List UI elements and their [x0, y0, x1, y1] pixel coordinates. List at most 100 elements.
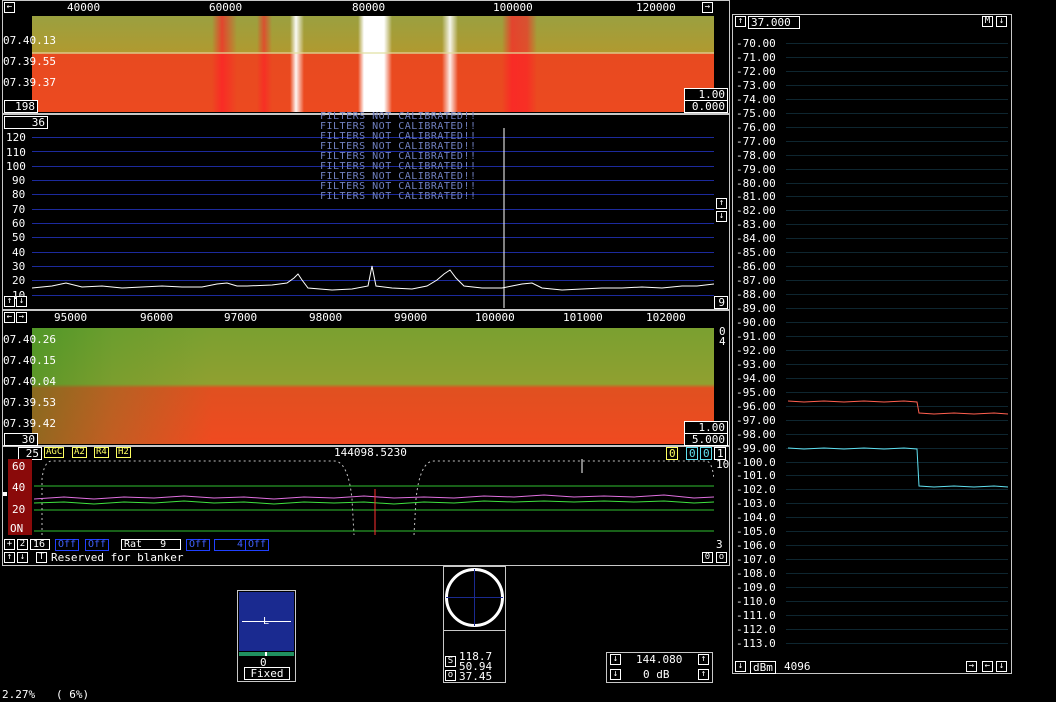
polar-divider [444, 630, 505, 631]
tune-up-button[interactable]: ↑ [698, 654, 709, 665]
r4-flag[interactable]: R4 [94, 447, 109, 458]
spectrum-down-button[interactable]: ↓ [16, 296, 27, 307]
control-button[interactable]: 2 [17, 539, 28, 550]
polar-value: 37.45 [459, 670, 493, 683]
cpu-load-avg: ( 6%) [56, 688, 90, 701]
zoom-scroll-right-button[interactable]: → [16, 312, 27, 323]
freq-tick: 98000 [309, 311, 343, 324]
time-label: 07.40.13 [3, 34, 56, 47]
zoom-scroll-left-button[interactable]: ← [4, 312, 15, 323]
freq-tick: 99000 [394, 311, 428, 324]
attenuation[interactable]: 0 dB [643, 669, 670, 680]
control-button[interactable]: + [4, 539, 15, 550]
cpu-load: 2.27% [2, 688, 36, 701]
hires-graph [34, 459, 714, 535]
level-m-button[interactable]: M [982, 16, 993, 27]
off-toggle[interactable]: Off [85, 539, 110, 551]
baseband-frequency: 144098.5230 [334, 446, 407, 459]
zoom-waterfall-time-axis: 07.40.26 07.40.15 07.40.04 07.39.53 07.3… [3, 330, 56, 430]
time-label: 07.39.37 [3, 76, 56, 89]
s-meter-mode-button[interactable]: Fixed [244, 667, 290, 680]
wide-waterfall-offset[interactable]: 0.000 [684, 100, 728, 113]
zoom-freq-axis: 95000 96000 97000 98000 99000 100000 101… [32, 312, 714, 323]
level-plot[interactable]: -70.00 -71.00 -72.00 -73.00 -74.00 -75.00 -76.… [734, 30, 1010, 660]
atten-down-button[interactable]: ↓ [610, 669, 621, 680]
time-label: 07.40.15 [3, 354, 56, 367]
hires-plot[interactable] [34, 459, 714, 535]
off-toggle[interactable]: Off [245, 539, 270, 551]
zoom-right-value: 4 [719, 335, 726, 348]
polar-display [445, 568, 504, 627]
s-meter-display: L [239, 592, 294, 651]
spectrum-trace [32, 128, 714, 308]
time-label: 07.39.53 [3, 396, 56, 409]
freq-tick: 100000 [475, 311, 515, 324]
level-scale-down-button[interactable]: ↓ [735, 661, 746, 672]
row2-right-button[interactable]: o [716, 552, 727, 563]
freq-tick: 102000 [646, 311, 686, 324]
scroll-left-button[interactable]: ← [4, 2, 15, 13]
freq-tick: 95000 [54, 311, 88, 324]
magenta-trace [34, 494, 714, 500]
spectrum-scale-down-button[interactable]: ↓ [716, 211, 727, 222]
polar-o-button[interactable]: o [445, 670, 456, 681]
level-traces [787, 400, 1009, 488]
a2-flag[interactable]: A2 [72, 447, 87, 458]
polar-s-button[interactable]: S [445, 656, 456, 667]
control-box[interactable]: 16 [30, 539, 50, 550]
time-label: 07.39.55 [3, 55, 56, 68]
spectrum-up-button[interactable]: ↑ [4, 296, 15, 307]
red-level-trace [787, 400, 1009, 415]
s-meter-marker: L [263, 616, 270, 627]
tune-down-button[interactable]: ↓ [610, 654, 621, 665]
row2-right-button[interactable]: 0 [702, 552, 713, 563]
zoom-waterfall-image[interactable] [32, 328, 714, 444]
level-left-button[interactable]: ← [982, 661, 993, 672]
spectrum-scale-up-button[interactable]: ↑ [716, 198, 727, 209]
y-tick: 60 [12, 217, 26, 230]
ratio-box[interactable]: Rat 9 [121, 539, 181, 550]
y-tick: 20 [12, 274, 26, 287]
cyan-level-trace [787, 447, 1009, 488]
atten-up-button[interactable]: ↑ [698, 669, 709, 680]
green-trace [34, 500, 714, 505]
level-up-button[interactable]: ↑ [735, 16, 746, 27]
time-label: 07.40.26 [3, 333, 56, 346]
ratio-value: 9 [160, 539, 167, 550]
level-bottom-down-button[interactable]: ↓ [996, 661, 1007, 672]
y-tick: 40 [12, 481, 26, 494]
agc-flag[interactable]: AGC [44, 447, 65, 458]
y-tick: 70 [12, 203, 26, 216]
y-tick: 40 [12, 246, 26, 259]
h2-flag[interactable]: H2 [116, 447, 131, 458]
zoom-waterfall-count[interactable]: 30 [4, 433, 38, 446]
y-tick: 120 [6, 131, 26, 144]
row2-button[interactable]: ↑ [4, 552, 15, 563]
level-points: 4096 [784, 660, 811, 673]
y-tick: 20 [12, 503, 26, 516]
hires-right-bottom: 3 [716, 538, 723, 551]
row2-button[interactable]: ↓ [17, 552, 28, 563]
ratio-label: Rat [124, 539, 143, 550]
freq-tick: 97000 [224, 311, 258, 324]
level-down-button[interactable]: ↓ [996, 16, 1007, 27]
level-top-value[interactable]: 37.000 [748, 16, 800, 29]
off-toggle[interactable]: Off [55, 539, 80, 551]
spectrum-plot[interactable]: FILTERS NOT CALIBRATED!! FILTERS NOT CAL… [32, 112, 714, 308]
number-box[interactable]: 4 [214, 539, 246, 551]
off-toggle[interactable]: Off [186, 539, 211, 551]
freq-tick: 120000 [636, 1, 676, 14]
y-tick: 90 [12, 174, 26, 187]
freq-tick: 40000 [67, 1, 101, 14]
zoom-waterfall-offset[interactable]: 5.000 [684, 433, 728, 446]
wide-waterfall-count[interactable]: 198 [4, 100, 38, 113]
y-tick: 60 [12, 460, 26, 473]
spectrum-bottom-value[interactable]: 9 [714, 296, 728, 309]
tune-frequency[interactable]: 144.080 [636, 654, 682, 665]
freq-tick: 96000 [140, 311, 174, 324]
wide-waterfall-image[interactable] [32, 16, 714, 112]
level-right-button[interactable]: → [966, 661, 977, 672]
hires-left-marker [3, 492, 7, 496]
spectrum-y-axis: 120 110 100 90 80 70 60 50 40 30 20 10 [4, 128, 32, 308]
row2-button[interactable]: T [36, 552, 47, 563]
